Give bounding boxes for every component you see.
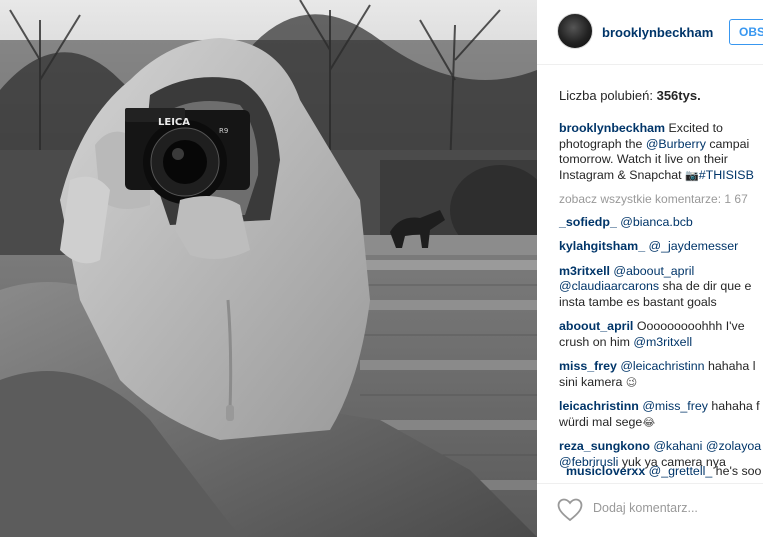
comment-item-partial: musicloverxx @_grettell_ he's soo — [537, 464, 763, 478]
comment-mention[interactable]: @_grettell_ — [649, 464, 713, 478]
camera-model-text: R9 — [219, 127, 228, 135]
comment-text: hahaha f — [707, 399, 760, 413]
post-photo[interactable]: LEICA R9 — [0, 0, 537, 537]
comment-username[interactable]: musicloverxx — [566, 464, 645, 478]
comment-mention[interactable]: @aboout_april — [613, 264, 694, 278]
caption-hashtag[interactable]: #THISISB — [699, 168, 754, 182]
camera-brand-text: LEICA — [158, 117, 190, 128]
comment-text: sini kamera — [559, 374, 626, 389]
caption-text: photograph the — [559, 136, 646, 151]
comment-username[interactable]: _sofiedp_ — [559, 215, 617, 229]
comment-text: würdi mal sege — [559, 414, 643, 429]
laughing-emoji-icon: 😂 — [642, 415, 656, 429]
comment-mention[interactable]: @m3ritxell — [633, 335, 692, 349]
view-all-comments-link[interactable]: zobacz wszystkie komentarze: 1 67 — [559, 192, 763, 208]
comment-username[interactable]: kylahgitsham_ — [559, 239, 645, 253]
comment-mention[interactable]: @zolayoa — [706, 439, 761, 453]
comments-list: brooklynbeckham Excited to photograph th… — [559, 121, 763, 479]
comment-text: he's soo — [712, 464, 762, 478]
comment-username[interactable]: m3ritxell — [559, 264, 610, 278]
comment-item: leicachristinn @miss_frey hahaha f würdi… — [559, 399, 763, 430]
comment-username[interactable]: leicachristinn — [559, 399, 639, 413]
comment-username[interactable]: reza_sungkono — [559, 439, 650, 453]
post-footer: Dodaj komentarz... — [537, 483, 763, 537]
comment-mention[interactable]: @miss_frey — [642, 399, 708, 413]
add-comment-input[interactable]: Dodaj komentarz... — [593, 501, 698, 515]
caption-mention[interactable]: @Burberry — [646, 137, 706, 151]
comment-text: hahaha l — [704, 359, 756, 373]
comment-item: miss_frey @leicachristinn hahaha l sini … — [559, 359, 763, 390]
comment-text: crush on him — [559, 334, 634, 349]
wink-emoji-icon: 😉 — [625, 375, 638, 389]
caption: brooklynbeckham Excited to photograph th… — [559, 121, 763, 183]
comment-mention[interactable]: @kahani — [653, 439, 702, 453]
likes-label: Liczba polubień: — [559, 88, 653, 103]
comment-username[interactable]: aboout_april — [559, 319, 633, 333]
comment-mention[interactable]: @_jaydemesser — [649, 239, 739, 253]
camera-emoji-icon: 📷 — [685, 168, 699, 182]
comment-text: Ooooooooohhh I've — [636, 319, 745, 333]
comment-text: insta tambe es bastant goals — [559, 294, 717, 309]
comment-username[interactable]: miss_frey — [559, 359, 617, 373]
photo-illustration: LEICA R9 — [0, 0, 537, 537]
comment-item: _sofiedp_ @bianca.bcb — [559, 215, 763, 231]
likes-value: 356tys. — [656, 88, 701, 103]
caption-text: campai — [705, 136, 750, 151]
caption-username[interactable]: brooklynbeckham — [559, 121, 665, 135]
post-sidebar: brooklynbeckham OBS Liczba polubień: 356… — [537, 0, 763, 537]
post-header: brooklynbeckham OBS — [537, 0, 763, 65]
caption-text: Excited to — [668, 121, 723, 135]
comment-mention[interactable]: @claudiaarcarons — [559, 279, 659, 293]
user-avatar[interactable] — [557, 13, 593, 49]
caption-text: tomorrow. Watch it live on their — [559, 152, 728, 166]
caption-text: Instagram & Snapchat — [559, 167, 686, 182]
post-author-username[interactable]: brooklynbeckham — [602, 25, 713, 40]
comment-mention[interactable]: @leicachristinn — [620, 359, 704, 373]
comment-item: m3ritxell @aboout_april @claudiaarcarons… — [559, 264, 763, 311]
comment-item: kylahgitsham_ @_jaydemesser — [559, 239, 763, 255]
likes-count[interactable]: Liczba polubień: 356tys. — [559, 88, 701, 103]
heart-outline-icon[interactable] — [557, 498, 583, 527]
comment-item: aboout_april Ooooooooohhh I've crush on … — [559, 319, 763, 350]
follow-button[interactable]: OBS — [729, 19, 763, 45]
comment-mention[interactable]: @bianca.bcb — [620, 215, 693, 229]
comment-text: sha de dir que e — [659, 279, 752, 293]
